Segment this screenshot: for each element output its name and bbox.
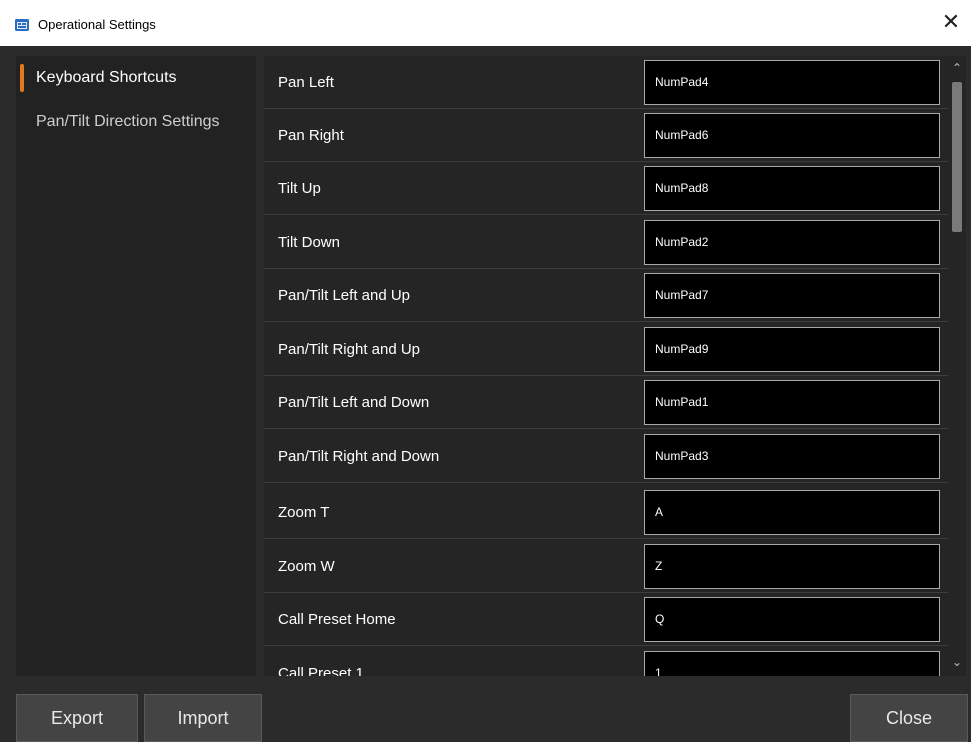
shortcut-key-field[interactable]: Q bbox=[644, 597, 940, 642]
sidebar-item-label: Keyboard Shortcuts bbox=[36, 69, 177, 86]
shortcut-list: Pan Left NumPad4 Pan Right NumPad6 Tilt … bbox=[264, 56, 948, 676]
shortcut-row: Pan/Tilt Left and Down NumPad1 bbox=[264, 376, 948, 429]
shortcut-action-label: Pan Right bbox=[278, 127, 344, 144]
shortcut-row: Pan Right NumPad6 bbox=[264, 109, 948, 162]
shortcut-key-field[interactable]: NumPad8 bbox=[644, 166, 940, 211]
import-button[interactable]: Import bbox=[144, 694, 262, 742]
shortcut-row: Tilt Up NumPad8 bbox=[264, 162, 948, 215]
shortcut-row: Pan/Tilt Right and Down NumPad3 bbox=[264, 430, 948, 483]
shortcut-action-label: Call Preset Home bbox=[278, 611, 396, 628]
shortcut-row: Zoom W Z bbox=[264, 540, 948, 593]
sidebar-item-label: Pan/Tilt Direction Settings bbox=[36, 113, 220, 130]
shortcut-action-label: Zoom T bbox=[278, 504, 330, 521]
shortcut-key-field[interactable]: 1 bbox=[644, 651, 940, 676]
shortcut-key-field[interactable]: NumPad2 bbox=[644, 220, 940, 265]
row-divider bbox=[264, 538, 948, 539]
shortcut-row: Pan/Tilt Right and Up NumPad9 bbox=[264, 323, 948, 376]
shortcut-row: Pan Left NumPad4 bbox=[264, 56, 948, 109]
shortcut-action-label: Tilt Down bbox=[278, 234, 340, 251]
shortcut-action-label: Pan Left bbox=[278, 74, 334, 91]
row-divider bbox=[264, 428, 948, 429]
vertical-scrollbar[interactable]: ⌃ ⌄ bbox=[948, 56, 966, 676]
shortcut-action-label: Pan/Tilt Right and Up bbox=[278, 341, 421, 358]
export-button[interactable]: Export bbox=[16, 694, 138, 742]
scroll-down-icon[interactable]: ⌄ bbox=[948, 654, 966, 670]
selected-indicator bbox=[20, 64, 24, 92]
shortcut-row: Call Preset 1 1 bbox=[264, 647, 948, 676]
row-divider bbox=[264, 321, 948, 322]
row-divider bbox=[264, 214, 948, 215]
shortcut-row: Call Preset Home Q bbox=[264, 593, 948, 646]
shortcut-key-field[interactable]: NumPad6 bbox=[644, 113, 940, 158]
shortcut-row: Zoom T A bbox=[264, 486, 948, 539]
scroll-up-icon[interactable]: ⌃ bbox=[948, 60, 966, 76]
shortcut-row: Tilt Down NumPad2 bbox=[264, 216, 948, 269]
close-button[interactable]: Close bbox=[850, 694, 968, 742]
shortcut-key-field[interactable]: A bbox=[644, 490, 940, 535]
shortcut-action-label: Pan/Tilt Left and Down bbox=[278, 394, 430, 411]
app-window-icon bbox=[15, 19, 29, 31]
shortcut-key-field[interactable]: NumPad4 bbox=[644, 60, 940, 105]
shortcut-key-field[interactable]: NumPad3 bbox=[644, 434, 940, 479]
shortcut-key-field[interactable]: NumPad7 bbox=[644, 273, 940, 318]
shortcut-action-label: Call Preset 1 bbox=[278, 665, 364, 676]
sidebar-item-pan-tilt-direction-settings[interactable]: Pan/Tilt Direction Settings bbox=[16, 100, 256, 144]
sidebar: Keyboard Shortcuts Pan/Tilt Direction Se… bbox=[16, 56, 256, 676]
row-divider bbox=[264, 482, 948, 483]
shortcut-key-field[interactable]: NumPad9 bbox=[644, 327, 940, 372]
shortcut-key-field[interactable]: NumPad1 bbox=[644, 380, 940, 425]
window-close-icon[interactable]: ✕ bbox=[939, 10, 963, 36]
shortcut-action-label: Tilt Up bbox=[278, 180, 321, 197]
shortcut-action-label: Pan/Tilt Right and Down bbox=[278, 448, 440, 465]
title-bar: Operational Settings ✕ bbox=[0, 0, 971, 46]
shortcut-action-label: Pan/Tilt Left and Up bbox=[278, 287, 411, 304]
row-divider bbox=[264, 645, 948, 646]
shortcut-action-label: Zoom W bbox=[278, 558, 335, 575]
sidebar-item-keyboard-shortcuts[interactable]: Keyboard Shortcuts bbox=[16, 56, 256, 100]
shortcut-row: Pan/Tilt Left and Up NumPad7 bbox=[264, 269, 948, 322]
shortcut-key-field[interactable]: Z bbox=[644, 544, 940, 589]
scrollbar-thumb[interactable] bbox=[952, 82, 962, 232]
window-title: Operational Settings bbox=[38, 17, 156, 32]
